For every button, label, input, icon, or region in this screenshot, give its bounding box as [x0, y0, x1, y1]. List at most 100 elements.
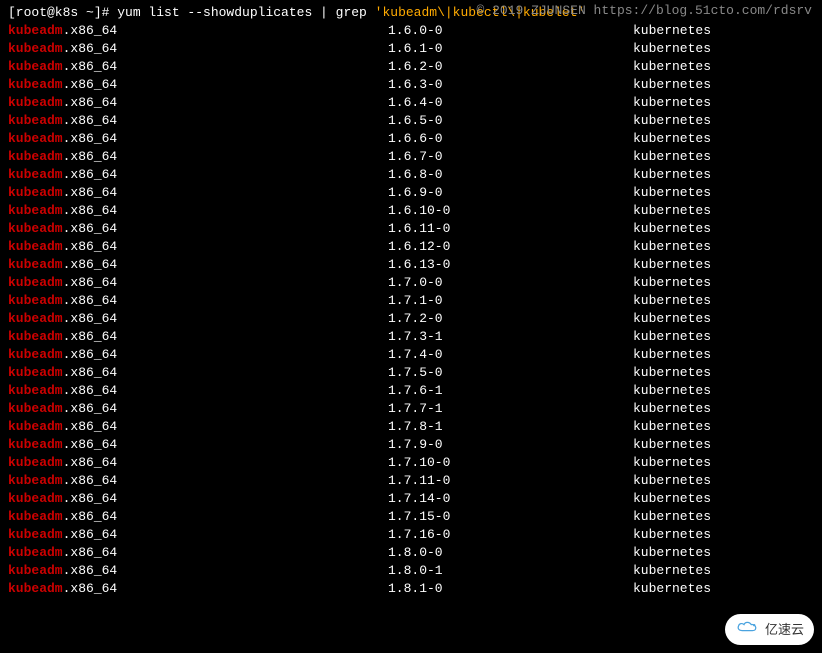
package-row: kubeadm.x86_641.6.7-0kubernetes — [8, 148, 814, 166]
package-arch: .x86_64 — [63, 185, 118, 200]
package-name: kubeadm — [8, 329, 63, 344]
package-version: 1.6.3-0 — [388, 76, 633, 94]
package-version: 1.7.9-0 — [388, 436, 633, 454]
package-repo: kubernetes — [633, 22, 711, 40]
package-repo: kubernetes — [633, 526, 711, 544]
package-name: kubeadm — [8, 113, 63, 128]
package-name: kubeadm — [8, 383, 63, 398]
package-arch: .x86_64 — [63, 203, 118, 218]
package-name: kubeadm — [8, 203, 63, 218]
package-name: kubeadm — [8, 455, 63, 470]
package-repo: kubernetes — [633, 238, 711, 256]
package-name: kubeadm — [8, 311, 63, 326]
package-name-cell: kubeadm.x86_64 — [8, 148, 388, 166]
package-version: 1.6.13-0 — [388, 256, 633, 274]
package-version: 1.6.12-0 — [388, 238, 633, 256]
package-repo: kubernetes — [633, 40, 711, 58]
package-version: 1.6.10-0 — [388, 202, 633, 220]
package-arch: .x86_64 — [63, 365, 118, 380]
package-arch: .x86_64 — [63, 293, 118, 308]
package-arch: .x86_64 — [63, 563, 118, 578]
package-row: kubeadm.x86_641.7.8-1kubernetes — [8, 418, 814, 436]
package-arch: .x86_64 — [63, 437, 118, 452]
package-row: kubeadm.x86_641.7.5-0kubernetes — [8, 364, 814, 382]
package-version: 1.6.7-0 — [388, 148, 633, 166]
command-text: yum list --showduplicates | grep — [117, 4, 374, 22]
package-arch: .x86_64 — [63, 329, 118, 344]
package-name: kubeadm — [8, 437, 63, 452]
package-repo: kubernetes — [633, 382, 711, 400]
shell-prompt: [root@k8s ~]# — [8, 4, 117, 22]
package-row: kubeadm.x86_641.6.1-0kubernetes — [8, 40, 814, 58]
package-row: kubeadm.x86_641.8.0-1kubernetes — [8, 562, 814, 580]
package-version: 1.6.6-0 — [388, 130, 633, 148]
package-repo: kubernetes — [633, 454, 711, 472]
provider-badge: 亿速云 — [725, 614, 814, 645]
package-repo: kubernetes — [633, 580, 711, 598]
package-version: 1.7.7-1 — [388, 400, 633, 418]
package-name-cell: kubeadm.x86_64 — [8, 364, 388, 382]
package-repo: kubernetes — [633, 58, 711, 76]
package-version: 1.7.2-0 — [388, 310, 633, 328]
package-row: kubeadm.x86_641.6.10-0kubernetes — [8, 202, 814, 220]
package-version: 1.7.15-0 — [388, 508, 633, 526]
package-version: 1.6.2-0 — [388, 58, 633, 76]
package-name: kubeadm — [8, 167, 63, 182]
package-version: 1.7.14-0 — [388, 490, 633, 508]
package-name-cell: kubeadm.x86_64 — [8, 22, 388, 40]
package-name: kubeadm — [8, 239, 63, 254]
package-name: kubeadm — [8, 77, 63, 92]
package-arch: .x86_64 — [63, 545, 118, 560]
package-version: 1.6.1-0 — [388, 40, 633, 58]
package-repo: kubernetes — [633, 364, 711, 382]
package-version: 1.7.6-1 — [388, 382, 633, 400]
package-arch: .x86_64 — [63, 527, 118, 542]
package-name: kubeadm — [8, 473, 63, 488]
package-row: kubeadm.x86_641.7.11-0kubernetes — [8, 472, 814, 490]
package-repo: kubernetes — [633, 166, 711, 184]
package-name-cell: kubeadm.x86_64 — [8, 292, 388, 310]
package-repo: kubernetes — [633, 508, 711, 526]
package-arch: .x86_64 — [63, 59, 118, 74]
package-name-cell: kubeadm.x86_64 — [8, 112, 388, 130]
package-version: 1.8.1-0 — [388, 580, 633, 598]
package-arch: .x86_64 — [63, 491, 118, 506]
package-arch: .x86_64 — [63, 383, 118, 398]
package-name-cell: kubeadm.x86_64 — [8, 472, 388, 490]
package-row: kubeadm.x86_641.7.4-0kubernetes — [8, 346, 814, 364]
package-repo: kubernetes — [633, 346, 711, 364]
package-name-cell: kubeadm.x86_64 — [8, 274, 388, 292]
package-arch: .x86_64 — [63, 311, 118, 326]
package-arch: .x86_64 — [63, 347, 118, 362]
package-version: 1.6.0-0 — [388, 22, 633, 40]
package-list-output: kubeadm.x86_641.6.0-0kuberneteskubeadm.x… — [8, 22, 814, 598]
package-row: kubeadm.x86_64 1.7.10-0kubernetes — [8, 454, 814, 472]
package-version: 1.7.10-0 — [388, 454, 633, 472]
package-row: kubeadm.x86_641.7.1-0kubernetes — [8, 292, 814, 310]
package-version: 1.7.4-0 — [388, 346, 633, 364]
package-row: kubeadm.x86_641.7.0-0kubernetes — [8, 274, 814, 292]
package-arch: .x86_64 — [63, 221, 118, 236]
package-version: 1.6.8-0 — [388, 166, 633, 184]
package-name: kubeadm — [8, 149, 63, 164]
package-name: kubeadm — [8, 491, 63, 506]
package-row: kubeadm.x86_641.6.6-0kubernetes — [8, 130, 814, 148]
package-name: kubeadm — [8, 41, 63, 56]
package-name-cell: kubeadm.x86_64 — [8, 418, 388, 436]
package-row: kubeadm.x86_641.6.5-0kubernetes — [8, 112, 814, 130]
package-repo: kubernetes — [633, 148, 711, 166]
provider-badge-text: 亿速云 — [765, 621, 804, 639]
package-name: kubeadm — [8, 131, 63, 146]
package-row: kubeadm.x86_641.7.3-1kubernetes — [8, 328, 814, 346]
package-row: kubeadm.x86_641.7.14-0kubernetes — [8, 490, 814, 508]
package-row: kubeadm.x86_641.6.8-0kubernetes — [8, 166, 814, 184]
package-arch: .x86_64 — [63, 455, 118, 470]
package-arch: .x86_64 — [63, 509, 118, 524]
package-repo: kubernetes — [633, 562, 711, 580]
package-arch: .x86_64 — [63, 401, 118, 416]
package-arch: .x86_64 — [63, 149, 118, 164]
package-arch: .x86_64 — [63, 581, 118, 596]
package-repo: kubernetes — [633, 544, 711, 562]
package-repo: kubernetes — [633, 418, 711, 436]
package-name: kubeadm — [8, 257, 63, 272]
